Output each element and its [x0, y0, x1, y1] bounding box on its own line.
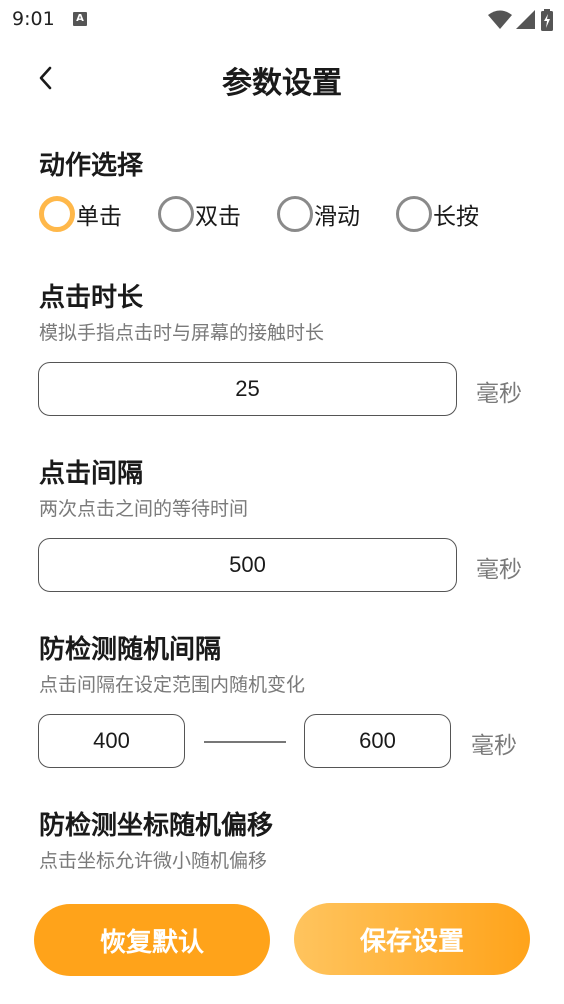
random-interval-unit: 毫秒 [471, 733, 517, 759]
radio-label: 长按 [433, 204, 479, 230]
battery-charging-icon [541, 9, 553, 31]
action-section-title: 动作选择 [39, 151, 144, 181]
random-offset-description: 点击坐标允许微小随机偏移 [39, 850, 268, 872]
click-interval-unit: 毫秒 [476, 557, 522, 583]
status-bar: 9:01 A [0, 0, 564, 40]
radio-option-swipe[interactable]: 滑动 [277, 196, 396, 232]
radio-option-double-click[interactable]: 双击 [158, 196, 277, 232]
random-interval-min-input[interactable] [38, 714, 185, 768]
random-interval-title: 防检测随机间隔 [39, 635, 222, 665]
wifi-icon [488, 10, 512, 29]
click-duration-title: 点击时长 [39, 283, 144, 313]
random-offset-title: 防检测坐标随机偏移 [39, 811, 274, 841]
notification-a-icon: A [73, 12, 87, 26]
reset-default-button[interactable]: 恢复默认 [34, 904, 270, 976]
signal-icon [516, 10, 535, 29]
app-bar: 参数设置 [0, 48, 564, 108]
random-interval-description: 点击间隔在设定范围内随机变化 [39, 674, 306, 696]
status-time: 9:01 [12, 8, 55, 30]
click-duration-description: 模拟手指点击时与屏幕的接触时长 [39, 322, 325, 344]
click-interval-description: 两次点击之间的等待时间 [39, 498, 249, 520]
radio-selected-icon [39, 196, 75, 232]
radio-label: 滑动 [314, 204, 360, 230]
page-title: 参数设置 [222, 66, 342, 101]
save-settings-button[interactable]: 保存设置 [294, 903, 530, 975]
range-separator [204, 741, 286, 743]
status-icons [488, 9, 554, 31]
radio-label: 单击 [76, 204, 122, 230]
click-duration-input[interactable] [38, 362, 457, 416]
random-interval-max-input[interactable] [304, 714, 451, 768]
radio-label: 双击 [195, 204, 241, 230]
click-interval-title: 点击间隔 [39, 459, 144, 489]
click-interval-input[interactable] [38, 538, 457, 592]
radio-unselected-icon [396, 196, 432, 232]
action-radio-group: 单击 双击 滑动 长按 [39, 196, 515, 232]
click-duration-unit: 毫秒 [476, 381, 522, 407]
radio-unselected-icon [277, 196, 313, 232]
radio-unselected-icon [158, 196, 194, 232]
radio-option-single-click[interactable]: 单击 [39, 196, 158, 232]
radio-option-long-press[interactable]: 长按 [396, 196, 515, 232]
